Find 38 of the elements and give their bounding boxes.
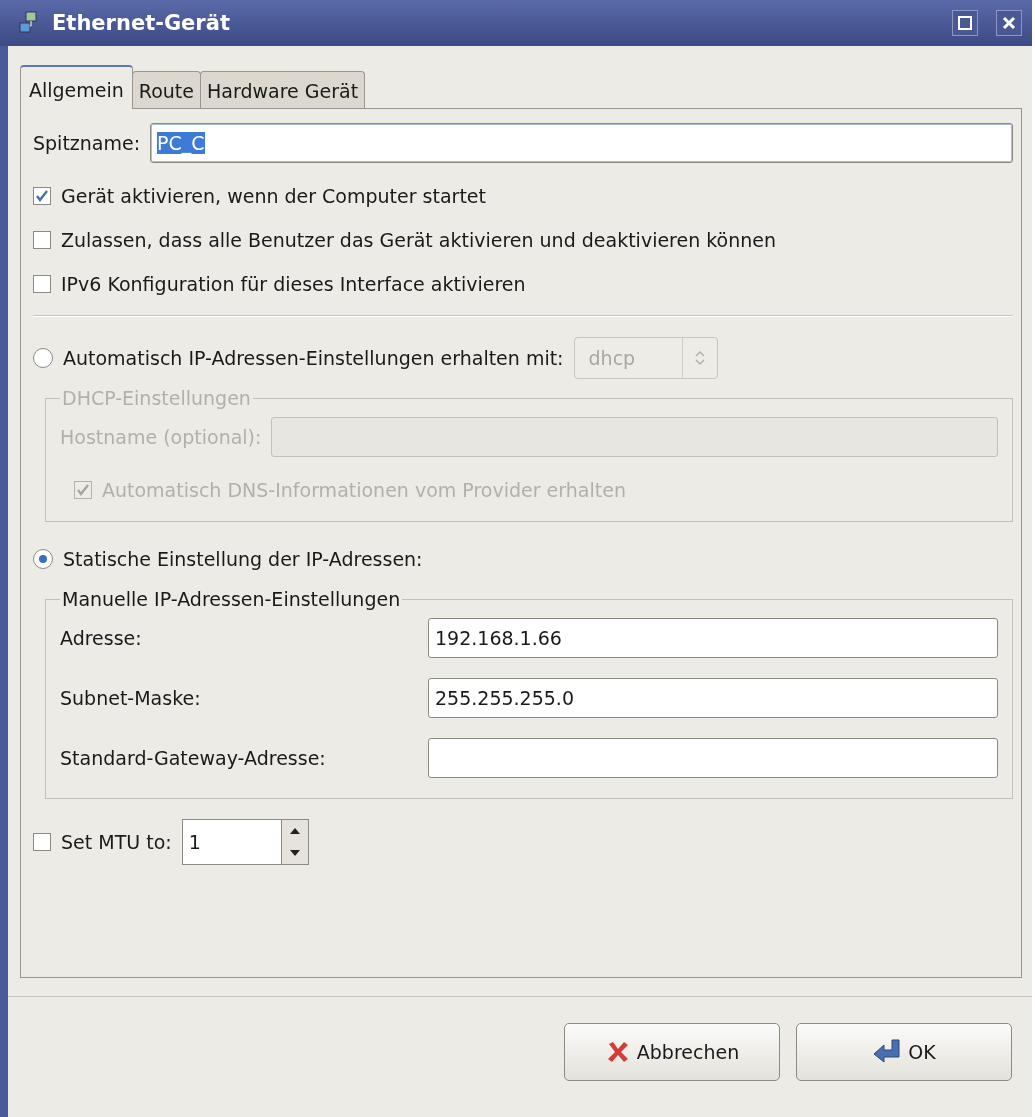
- window-title: Ethernet-Gerät: [52, 11, 231, 35]
- cancel-button[interactable]: Abbrechen: [564, 1023, 780, 1081]
- up-down-arrows-icon: [694, 350, 705, 366]
- radio-label: Statische Einstellung der IP-Adressen:: [63, 548, 423, 570]
- tab[interactable]: Allgemein: [20, 65, 133, 109]
- checkbox-label: Zulassen, dass alle Benutzer das Gerät aktivieren und deaktivieren können: [61, 229, 777, 251]
- radio-label: Automatisch IP-Adressen-Einstellungen erhalten mit:: [63, 347, 564, 369]
- return-arrow-icon: [872, 1038, 903, 1066]
- checkbox-label: IPv6 Konfiguration für dieses Interface aktivieren: [61, 273, 526, 295]
- maximize-button[interactable]: [952, 10, 978, 36]
- nickname-field[interactable]: PC_C: [150, 123, 1013, 163]
- checkbox-label: Gerät aktivieren, wenn der Computer startet: [61, 185, 486, 207]
- mtu-field[interactable]: 1: [181, 819, 282, 865]
- radio-button[interactable]: [33, 549, 53, 569]
- checkbox-label: Set MTU to:: [61, 831, 172, 853]
- field-label: Adresse:: [60, 627, 143, 649]
- field-label: Subnet-Maske:: [60, 687, 202, 709]
- input-field[interactable]: [428, 738, 998, 778]
- radio-button[interactable]: [33, 348, 53, 368]
- network-icon: [18, 11, 38, 35]
- group-title: Manuelle IP-Adressen-Einstellungen: [61, 588, 402, 610]
- input-field[interactable]: 192.168.1.66: [428, 618, 998, 658]
- checkbox[interactable]: [33, 833, 51, 851]
- maximize-icon: [958, 16, 972, 30]
- tab[interactable]: Route: [131, 71, 201, 108]
- checkbox[interactable]: [33, 275, 51, 293]
- checkbox[interactable]: [33, 231, 51, 249]
- input-field[interactable]: 255.255.255.0: [428, 678, 998, 718]
- field-label: Spitzname:: [33, 132, 141, 154]
- field-label: Hostname (optional):: [60, 426, 262, 448]
- close-button[interactable]: [996, 10, 1022, 36]
- group-title: DHCP-Einstellungen: [61, 387, 252, 409]
- close-icon: [1002, 16, 1016, 30]
- checkbox-label: Automatisch DNS-Informationen vom Provider erhalten: [102, 479, 626, 501]
- checkbox[interactable]: [33, 187, 51, 205]
- field-label: Standard-Gateway-Adresse:: [60, 747, 327, 769]
- ok-button[interactable]: OK: [796, 1023, 1012, 1081]
- tab[interactable]: Hardware Gerät: [200, 71, 366, 108]
